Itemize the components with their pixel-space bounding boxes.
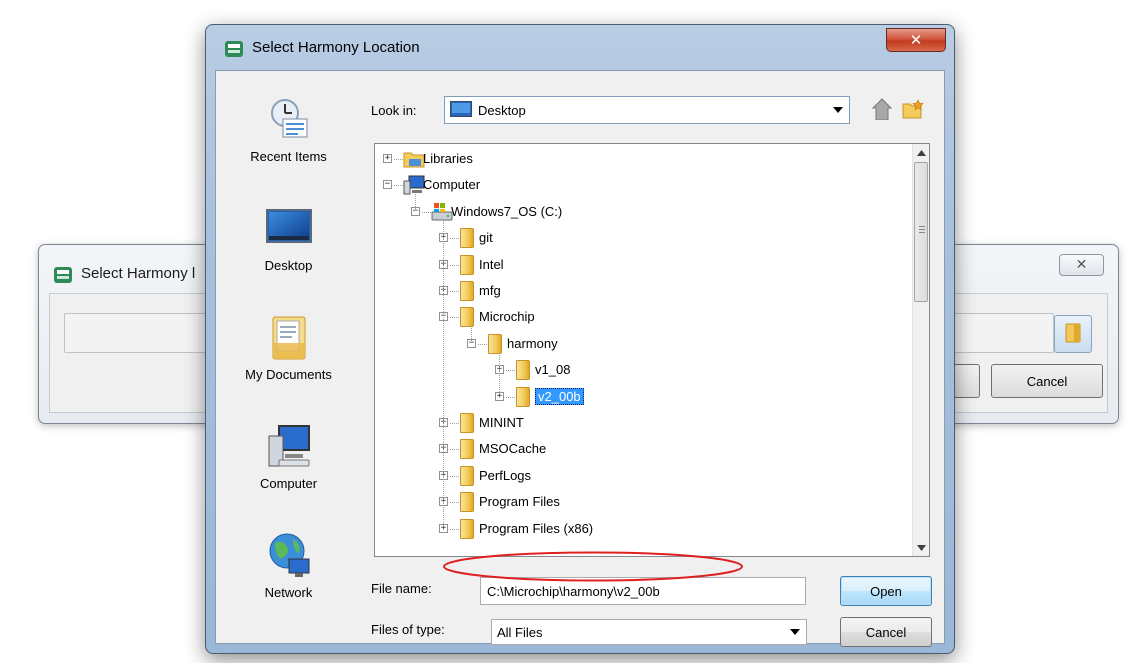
look-in-combo[interactable]: Desktop (444, 96, 850, 124)
folder-icon (460, 228, 474, 249)
place-label: Computer (259, 476, 318, 491)
tree-node-label: Intel (479, 256, 504, 272)
tree-node[interactable]: + Libraries (375, 146, 910, 172)
scroll-up-button[interactable] (913, 144, 929, 161)
folder-icon (516, 386, 530, 407)
scrollbar-thumb[interactable] (914, 162, 928, 302)
folder-icon (488, 333, 502, 354)
place-recent-items[interactable]: Recent Items (226, 95, 351, 164)
folder-icon (460, 465, 474, 486)
annotation-ellipse (443, 551, 743, 582)
scroll-down-button[interactable] (913, 539, 929, 556)
cancel-button[interactable]: Cancel (840, 617, 932, 647)
tree-node-label: Program Files (x86) (479, 520, 594, 536)
tree-node[interactable]: + git (375, 225, 910, 251)
computer-icon (265, 422, 313, 470)
tree-node[interactable]: + Program Files (375, 489, 910, 515)
collapse-icon[interactable]: − (383, 180, 392, 190)
tree-node[interactable]: + v2_00b (375, 384, 910, 410)
tree-node-label: Libraries (423, 151, 473, 166)
chevron-down-icon[interactable] (827, 97, 849, 123)
look-in-label: Look in: (371, 103, 417, 118)
background-browse-button[interactable] (1054, 315, 1092, 353)
my-documents-icon (265, 313, 313, 361)
tree-node-label: Program Files (479, 494, 560, 510)
tree-node-label: MSOCache (479, 441, 547, 457)
folder-icon (460, 254, 474, 275)
tree-node-label: MININT (479, 415, 524, 430)
desktop-icon (265, 204, 313, 252)
tree-node-label: Computer (423, 177, 481, 193)
files-of-type-combo[interactable]: All Files (491, 619, 807, 645)
folder-icon (460, 307, 474, 328)
background-close-button[interactable]: ✕ (1059, 254, 1104, 276)
tree-node[interactable]: − Windows7_OS (C:) (375, 199, 910, 225)
tree-node[interactable]: + PerfLogs (375, 463, 910, 489)
tree-node[interactable]: + MININT (375, 410, 910, 436)
close-button[interactable]: ✕ (886, 28, 946, 52)
dialog-title: Select Harmony Location (252, 39, 420, 56)
harmony-icon (224, 39, 244, 62)
tree-node[interactable]: + v1_08 (375, 357, 910, 383)
tree-node-label: harmony (507, 335, 558, 351)
folder-icon (460, 492, 474, 513)
place-network[interactable]: Network (226, 531, 351, 600)
tree-node-label: git (479, 230, 493, 246)
tree-node-label: PerfLogs (479, 467, 532, 483)
folder-tree[interactable]: + Libraries − Computer − Windows7_OS (C:) + git… (374, 143, 930, 557)
place-label: Network (264, 585, 313, 600)
place-label: Desktop (264, 258, 313, 273)
libraries-icon (403, 149, 425, 172)
tree-node[interactable]: − harmony (375, 331, 910, 357)
chevron-down-icon[interactable] (784, 619, 806, 645)
folder-icon (1065, 323, 1081, 346)
close-icon: ✕ (1075, 257, 1088, 273)
files-of-type-label: Files of type: (371, 622, 445, 637)
folder-icon (516, 360, 530, 381)
files-of-type-value: All Files (497, 624, 543, 640)
network-icon (265, 531, 313, 579)
folder-icon (460, 518, 474, 539)
new-folder-button[interactable] (901, 97, 927, 123)
folder-icon (460, 413, 474, 433)
look-in-value: Desktop (445, 100, 827, 120)
place-label: Recent Items (250, 149, 327, 164)
up-folder-icon (871, 97, 893, 123)
look-in-text: Desktop (478, 102, 526, 118)
background-dialog-title: Select Harmony l (81, 265, 196, 282)
new-folder-icon (902, 98, 926, 123)
file-name-label: File name: (371, 581, 432, 596)
tree-node-label: Microchip (479, 309, 535, 325)
recent-items-icon (265, 95, 313, 143)
open-button[interactable]: Open (840, 576, 932, 606)
tree-node[interactable]: + mfg (375, 278, 910, 304)
tree-node[interactable]: − Computer (375, 172, 910, 198)
close-icon: ✕ (909, 31, 923, 49)
place-label: My Documents (245, 367, 332, 382)
place-desktop[interactable]: Desktop (226, 204, 351, 273)
tree-node[interactable]: − Microchip (375, 304, 910, 330)
computer-icon (403, 175, 425, 198)
tree-node[interactable]: + MSOCache (375, 436, 910, 462)
drive-icon (431, 202, 453, 225)
tree-node-label: v2_00b (535, 387, 584, 405)
vertical-scrollbar[interactable] (912, 144, 929, 556)
place-my-documents[interactable]: My Documents (226, 313, 351, 382)
place-computer[interactable]: Computer (226, 422, 351, 491)
tree-node-label: Windows7_OS (C:) (451, 203, 563, 219)
desktop-icon (450, 100, 472, 120)
tree-node-label: v1_08 (535, 362, 571, 378)
harmony-icon (53, 265, 73, 288)
tree-node-label: mfg (479, 283, 501, 298)
tree-node[interactable]: + Program Files (x86) (375, 516, 910, 542)
folder-icon (460, 439, 474, 460)
background-cancel-button[interactable]: Cancel (991, 364, 1103, 398)
tree-node[interactable]: + Intel (375, 252, 910, 278)
folder-icon (460, 281, 474, 301)
expand-icon[interactable]: + (383, 154, 392, 163)
up-folder-button[interactable] (869, 97, 895, 123)
